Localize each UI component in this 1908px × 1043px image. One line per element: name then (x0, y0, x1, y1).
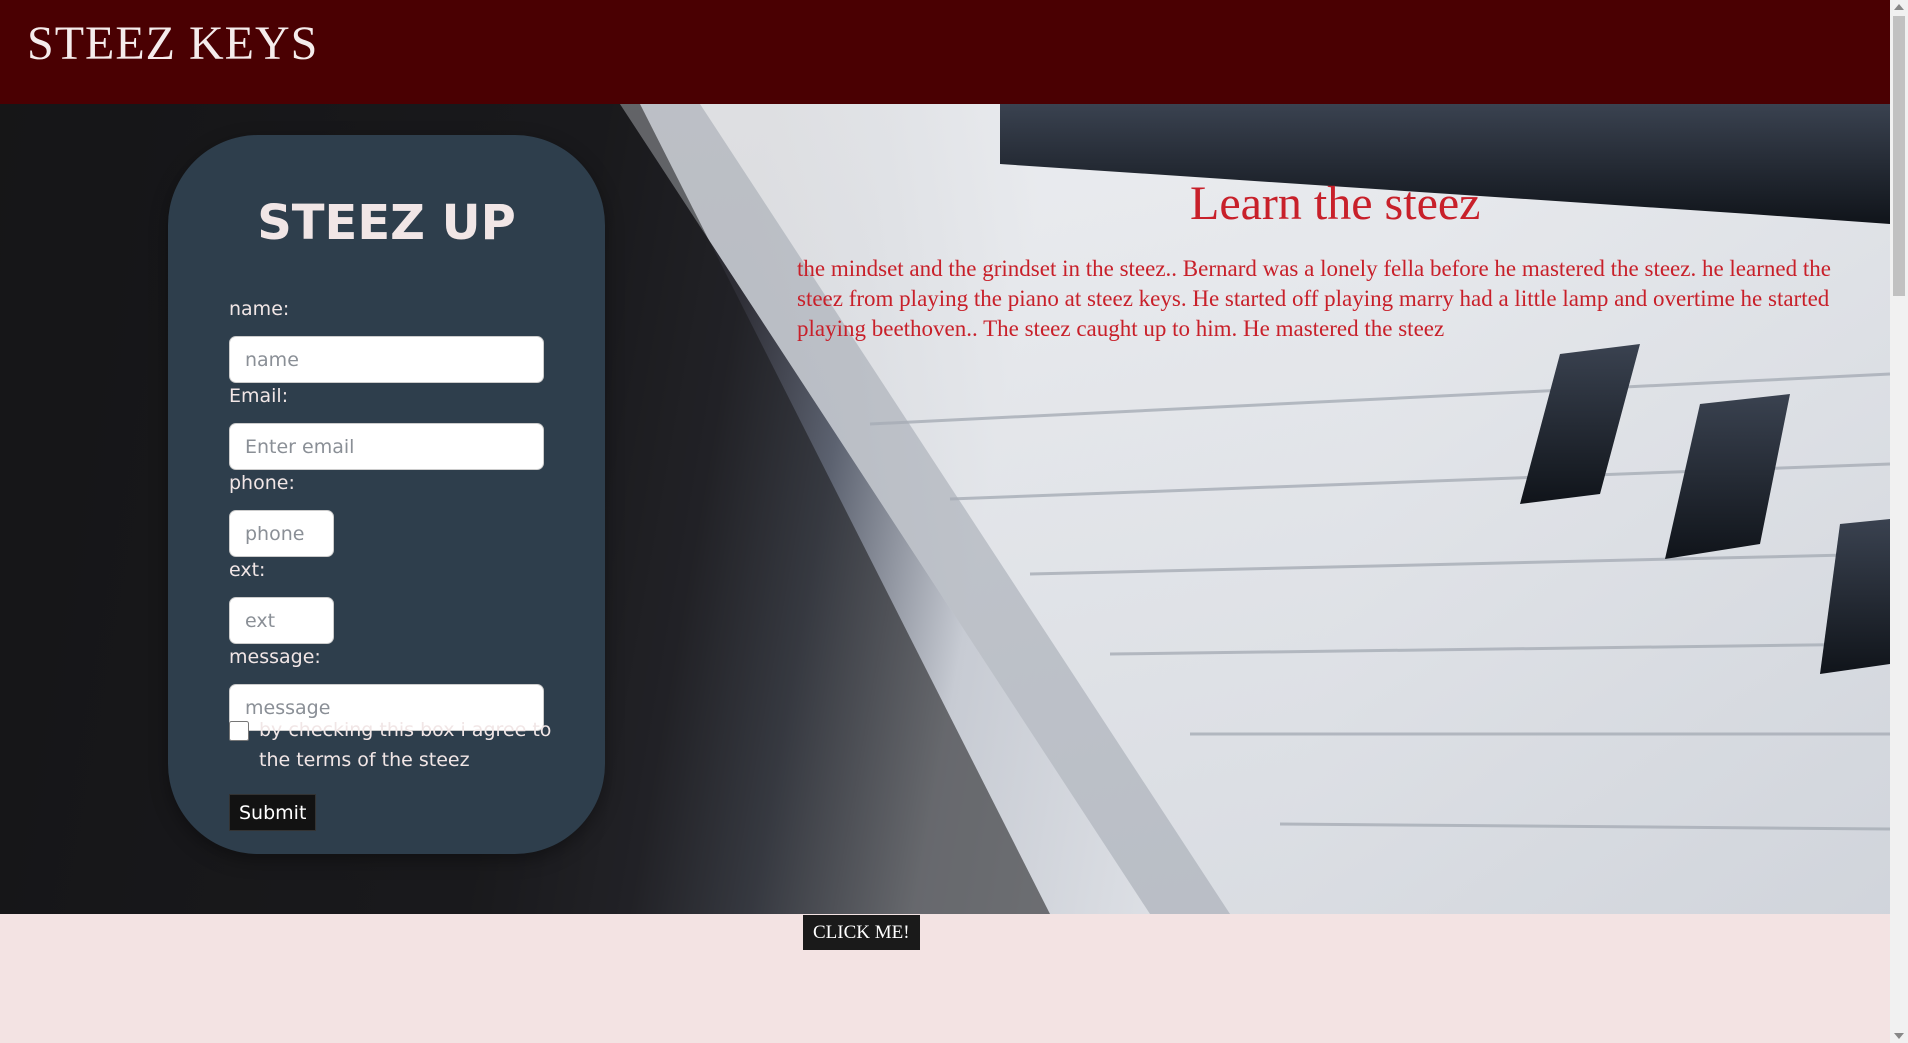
scroll-down-arrow-icon[interactable] (1894, 1033, 1904, 1039)
form-title: STEEZ UP (257, 195, 516, 251)
scroll-thumb[interactable] (1893, 16, 1905, 296)
phone-input[interactable] (229, 510, 334, 557)
phone-label: phone: (229, 472, 295, 494)
scrollbar[interactable] (1890, 0, 1908, 1043)
name-input[interactable] (229, 336, 544, 383)
content-text: the mindset and the grindset in the stee… (797, 256, 1831, 341)
name-label: name: (229, 298, 290, 320)
email-input[interactable] (229, 423, 544, 470)
submit-button[interactable]: Submit (229, 794, 317, 831)
terms-label: by checking this box i agree to the term… (259, 719, 552, 771)
click-me-button[interactable]: CLICK ME! (803, 915, 920, 950)
hero-section: STEEZ UP name: Email: phone: ext: messag… (0, 104, 1890, 914)
email-label: Email: (229, 385, 289, 407)
site-header: STEEZ KEYS (0, 0, 1890, 104)
ext-label: ext: (229, 559, 266, 581)
content-title: Learn the steez (1190, 177, 1481, 230)
brand-title[interactable]: STEEZ KEYS (27, 16, 318, 71)
terms-checkbox[interactable] (229, 721, 249, 741)
message-label: message: (229, 646, 321, 668)
ext-input[interactable] (229, 597, 334, 644)
scroll-up-arrow-icon[interactable] (1894, 4, 1904, 10)
signup-form-card: STEEZ UP name: Email: phone: ext: messag… (168, 135, 605, 854)
